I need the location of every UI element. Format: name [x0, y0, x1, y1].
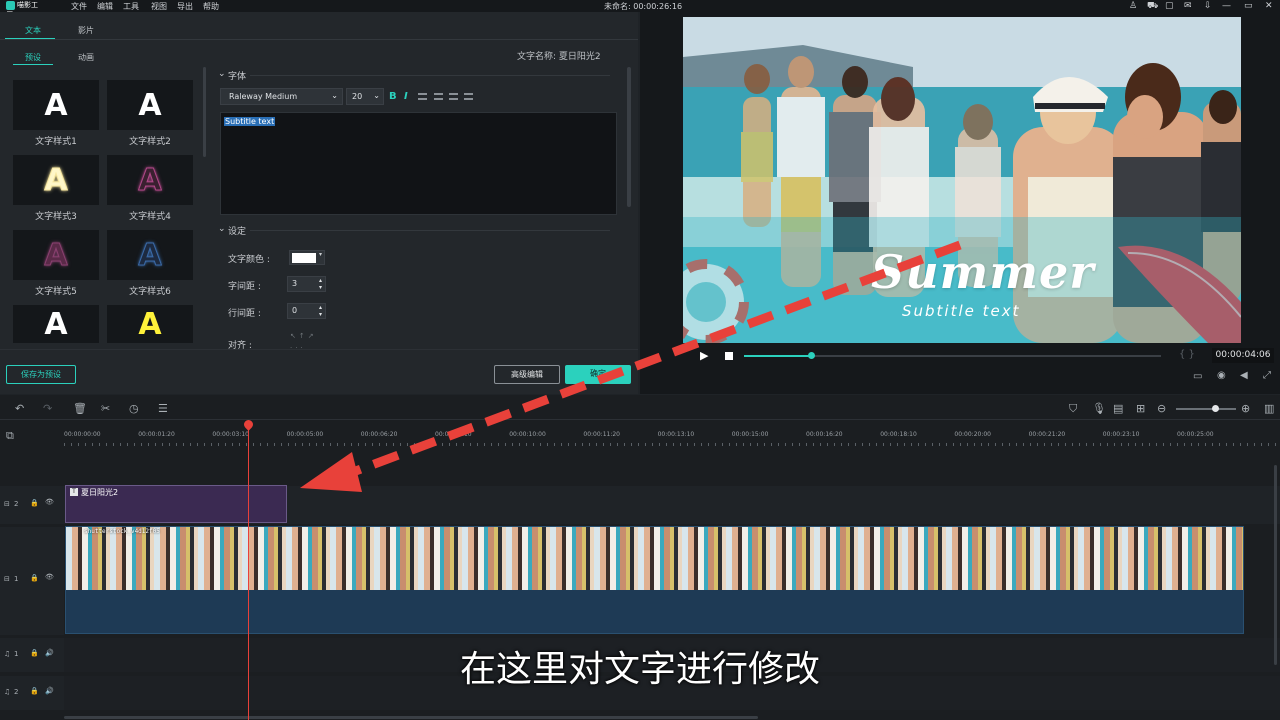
app-window: 喵影工厂 文件 编辑 工具 视图 导出 帮助 未命名: 00:00:26:16 …	[0, 0, 1280, 720]
annotation-arrow	[300, 240, 962, 492]
video-caption: 在这里对文字进行修改	[459, 649, 820, 690]
